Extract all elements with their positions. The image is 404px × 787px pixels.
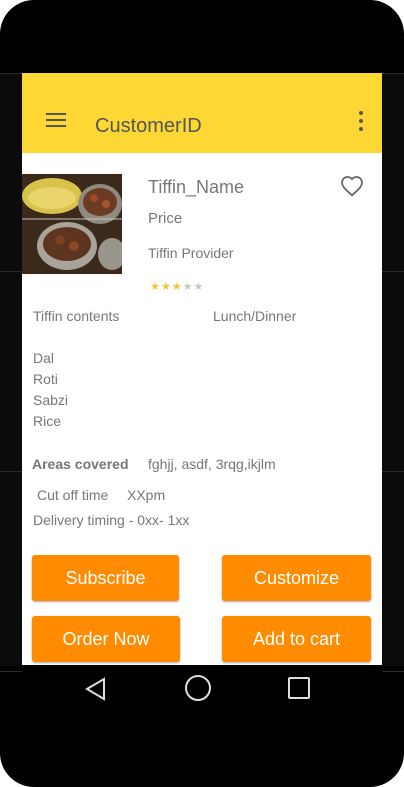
phone-edge-left — [0, 74, 22, 666]
star-empty-icon: ★ — [193, 281, 205, 293]
subscribe-button[interactable]: Subscribe — [32, 555, 179, 601]
customize-button[interactable]: Customize — [222, 555, 371, 601]
areas-covered-label: Areas covered — [32, 456, 129, 472]
more-vert-icon[interactable] — [358, 111, 364, 131]
tiffin-image — [22, 174, 122, 274]
cutoff-time-value: XXpm — [127, 487, 166, 503]
hamburger-menu-icon[interactable] — [46, 113, 66, 127]
delivery-timing: Delivery timing - 0xx- 1xx — [33, 512, 190, 528]
phone-edge-right — [382, 74, 404, 666]
meal-type: Lunch/Dinner — [213, 308, 297, 324]
phone-frame: CustomerID Tiffin_Name Price Tiffin Prov… — [0, 0, 404, 787]
content-item-sabzi: Sabzi — [33, 392, 69, 408]
areas-covered-value: fghjj, asdf, 3rqg,ikjlm — [148, 456, 276, 472]
tiffin-name: Tiffin_Name — [148, 177, 245, 197]
cutoff-time-label: Cut off time — [37, 487, 109, 503]
recents-square-icon[interactable] — [288, 677, 310, 699]
tiffin-price: Price — [148, 210, 183, 227]
app-bar-title: CustomerID — [95, 115, 202, 137]
tiffin-contents-label: Tiffin contents — [33, 308, 120, 324]
star-filled-icon: ★ — [150, 281, 161, 293]
app-bar: CustomerID — [22, 73, 382, 153]
content-item-dal: Dal — [33, 350, 55, 366]
heart-outline-icon[interactable] — [339, 174, 365, 198]
system-nav-bar — [22, 666, 382, 718]
content-item-rice: Rice — [33, 413, 62, 429]
star-empty-icon: ★ — [182, 281, 194, 293]
home-circle-icon[interactable] — [185, 675, 211, 701]
back-triangle-icon[interactable] — [84, 677, 108, 701]
app-screen: CustomerID Tiffin_Name Price Tiffin Prov… — [22, 73, 382, 665]
add-to-cart-button[interactable]: Add to cart — [222, 616, 371, 662]
star-filled-icon: ★ — [160, 281, 172, 293]
order-now-button[interactable]: Order Now — [32, 616, 180, 662]
content-item-roti: Roti — [33, 371, 58, 387]
rating-stars: ★★★★★ — [150, 280, 204, 293]
tiffin-provider: Tiffin Provider — [148, 245, 234, 261]
star-filled-icon: ★ — [171, 281, 183, 293]
